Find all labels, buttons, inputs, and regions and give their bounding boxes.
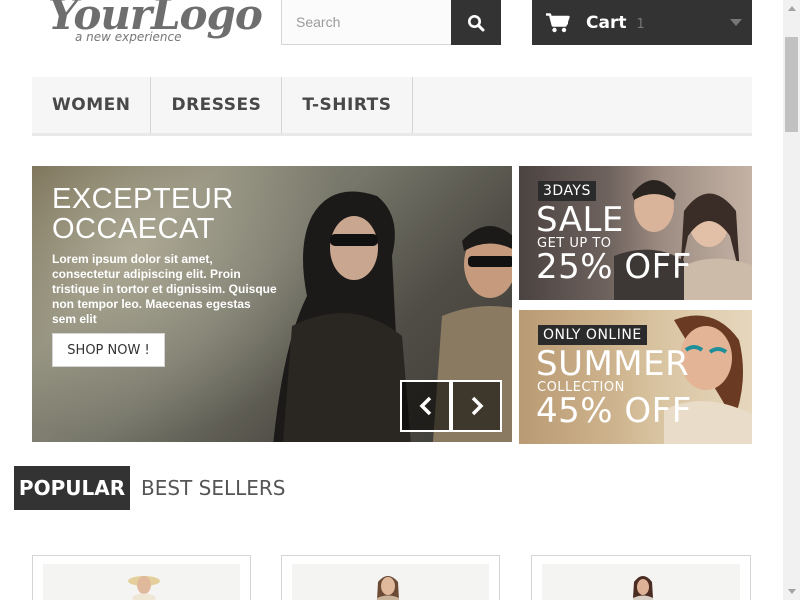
banner-headline: SUMMER: [536, 344, 690, 384]
nav-item-women[interactable]: WOMEN: [32, 77, 152, 133]
nav-item-tshirts[interactable]: T-SHIRTS: [282, 77, 413, 133]
banner-offer: 25% OFF: [536, 247, 692, 287]
slider-next-button[interactable]: [451, 380, 502, 432]
product-card[interactable]: [32, 555, 251, 600]
product-model-photo: [376, 576, 400, 600]
page-scrollbar[interactable]: [783, 0, 800, 600]
summer-banner[interactable]: ONLY ONLINE SUMMER COLLECTION 45% OFF: [519, 310, 752, 444]
product-card[interactable]: [531, 555, 751, 600]
nav-item-dresses[interactable]: DRESSES: [151, 77, 283, 133]
search-button[interactable]: [451, 0, 501, 45]
cart-label: Cart: [586, 12, 627, 33]
scroll-down-arrow[interactable]: [783, 583, 800, 600]
shop-now-button[interactable]: SHOP NOW !: [52, 333, 165, 367]
chevron-left-icon: [419, 396, 431, 416]
homepage-slider: EXCEPTEUR OCCAECAT Lorem ipsum dolor sit…: [32, 166, 512, 442]
product-card[interactable]: [281, 555, 500, 600]
slide-title: EXCEPTEUR OCCAECAT: [52, 184, 292, 244]
product-model-photo: [128, 576, 160, 600]
site-logo[interactable]: YourLogo a new experience: [46, 0, 263, 48]
logo-tagline: a new experience: [75, 30, 182, 44]
slide-title-line2: OCCAECAT: [52, 213, 215, 245]
cart-icon: [546, 12, 570, 32]
caret-up-icon: [787, 6, 796, 11]
tab-best-sellers[interactable]: BEST SELLERS: [141, 466, 285, 510]
main-nav: WOMEN DRESSES T-SHIRTS: [32, 77, 752, 136]
banner-tag: 3DAYS: [538, 181, 596, 201]
cart-button[interactable]: Cart 1: [532, 0, 752, 45]
search-input[interactable]: [281, 0, 452, 45]
slider-prev-button[interactable]: [400, 380, 451, 432]
caret-down-icon: [787, 589, 796, 594]
slide-description: Lorem ipsum dolor sit amet, consectetur …: [52, 252, 277, 326]
chevron-down-icon[interactable]: [730, 19, 742, 26]
product-model-photo: [632, 576, 654, 600]
banner-tag: ONLY ONLINE: [538, 325, 647, 345]
scroll-up-arrow[interactable]: [783, 0, 800, 17]
slide-title-line1: EXCEPTEUR: [52, 183, 234, 215]
cart-count: 1: [636, 16, 645, 32]
banner-offer: 45% OFF: [536, 391, 692, 431]
sale-banner[interactable]: 3DAYS SALE GET UP TO 25% OFF: [519, 166, 752, 300]
banner-headline: SALE: [536, 200, 624, 240]
scroll-thumb[interactable]: [785, 37, 798, 132]
tab-popular[interactable]: POPULAR: [14, 466, 130, 510]
chevron-right-icon: [471, 396, 483, 416]
search-icon: [468, 14, 485, 31]
